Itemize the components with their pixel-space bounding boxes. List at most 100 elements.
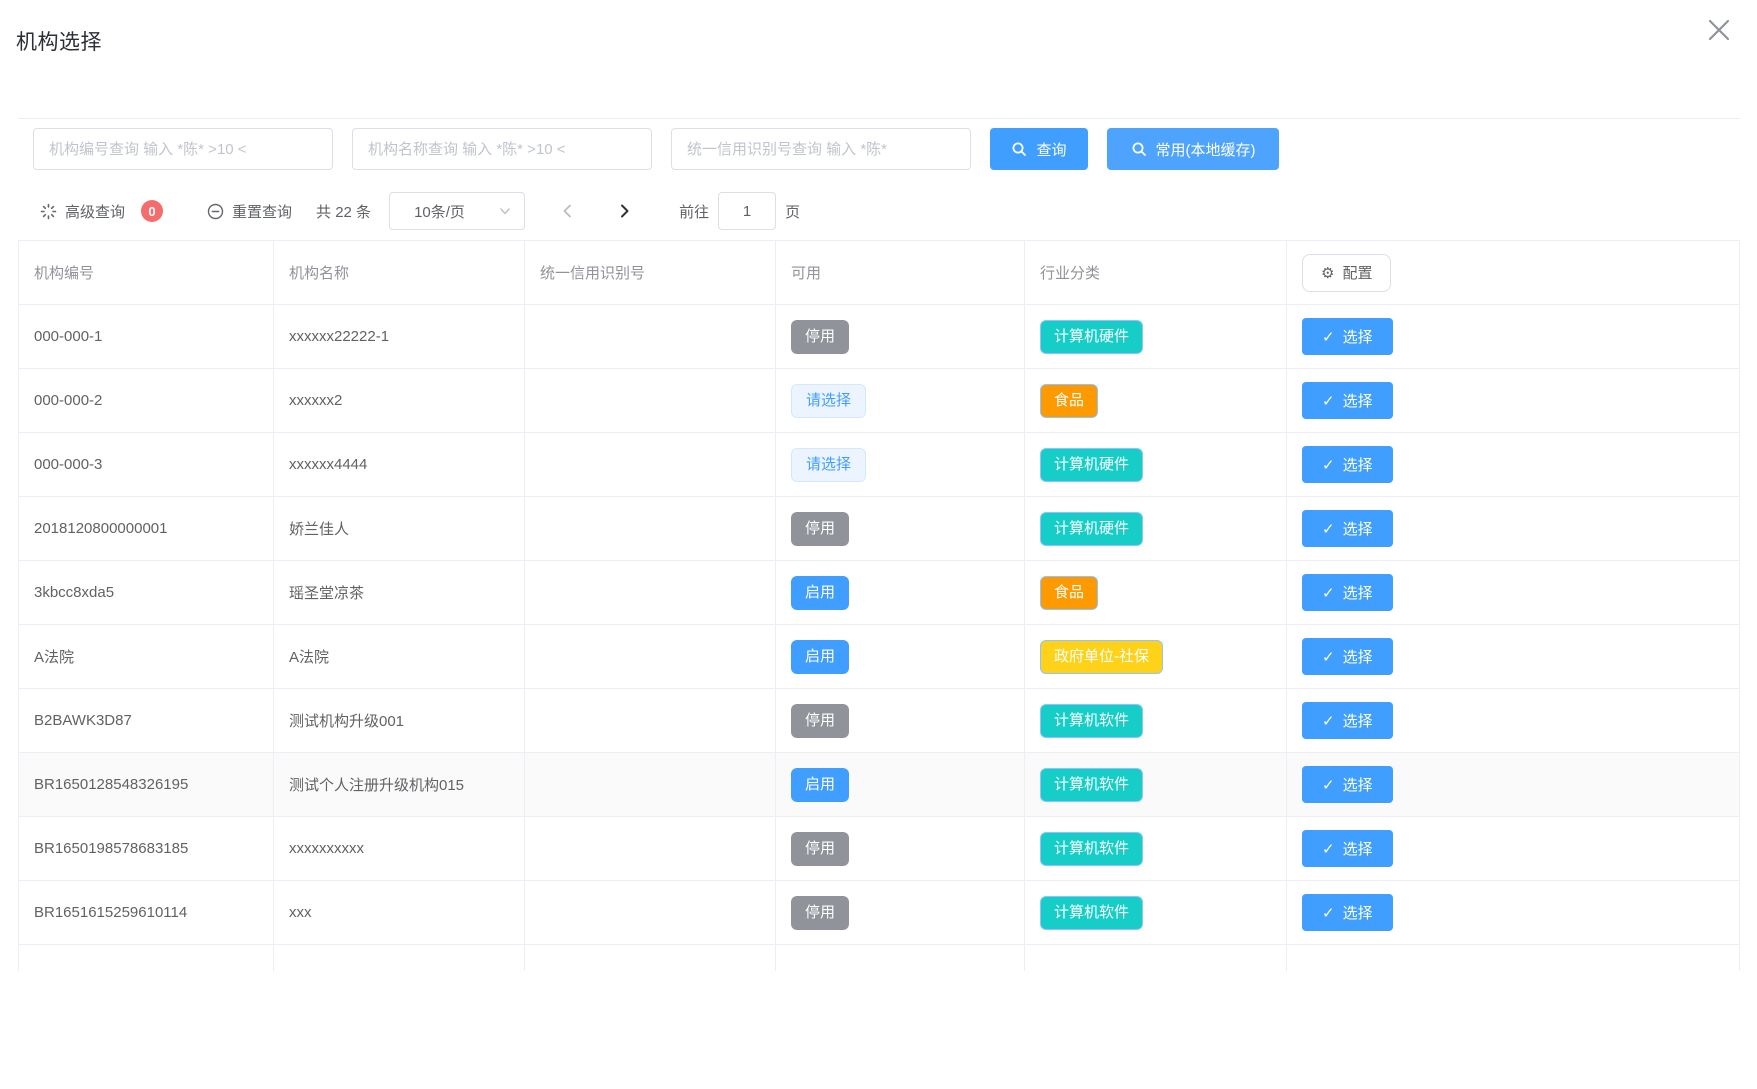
select-button[interactable]: ✓选择: [1302, 382, 1393, 419]
common-cache-button[interactable]: 常用(本地缓存): [1107, 128, 1279, 170]
chevron-right-icon: [616, 203, 632, 219]
table-row: 000-000-1 xxxxxx22222-1 停用 计算机硬件 ✓选择: [19, 305, 1740, 369]
org-id-cell: A法院: [19, 625, 274, 689]
status-badge[interactable]: 停用: [791, 704, 849, 738]
status-badge[interactable]: 停用: [791, 512, 849, 546]
check-icon: ✓: [1322, 776, 1335, 794]
col-header-available: 可用: [776, 241, 1025, 305]
toolbar: 高级查询 0 重置查询 共 22 条 10条/页 前往 页: [18, 188, 1739, 234]
status-badge[interactable]: 停用: [791, 896, 849, 930]
org-id-cell: BR1650198578683185: [19, 817, 274, 881]
credit-id-cell: [525, 817, 776, 881]
industry-tag: 食品: [1040, 576, 1098, 610]
check-icon: ✓: [1322, 904, 1335, 922]
org-id-cell: BR1650128548326195: [19, 753, 274, 817]
org-name-cell: xxx: [274, 881, 525, 945]
table-row: BR1650128548326195 测试个人注册升级机构015 启用 计算机软…: [19, 753, 1740, 817]
table-row: A法院 A法院 启用 政府单位-社保 ✓选择: [19, 625, 1740, 689]
select-button[interactable]: ✓选择: [1302, 574, 1393, 611]
chevron-left-icon: [560, 203, 576, 219]
query-button[interactable]: 查询: [990, 128, 1088, 170]
advanced-query-link[interactable]: 高级查询 0: [40, 200, 163, 222]
select-button[interactable]: ✓选择: [1302, 318, 1393, 355]
col-header-credit-id: 统一信用识别号: [525, 241, 776, 305]
search-icon: [1011, 141, 1028, 158]
select-button[interactable]: ✓选择: [1302, 510, 1393, 547]
select-button[interactable]: ✓选择: [1302, 830, 1393, 867]
org-name-cell: 娇兰佳人: [274, 497, 525, 561]
col-header-org-id: 机构编号: [19, 241, 274, 305]
org-id-cell: B2BAWK3D87: [19, 689, 274, 753]
credit-id-cell: [525, 433, 776, 497]
industry-tag: 计算机软件: [1040, 832, 1143, 866]
table-row-partial: [19, 945, 1740, 971]
prev-page-button[interactable]: [547, 192, 589, 230]
close-button[interactable]: [1701, 12, 1737, 48]
org-id-cell: 000-000-3: [19, 433, 274, 497]
status-badge[interactable]: 请选择: [791, 384, 866, 418]
industry-tag: 计算机硬件: [1040, 320, 1143, 354]
chevron-down-icon: [498, 204, 512, 218]
industry-tag: 计算机软件: [1040, 704, 1143, 738]
page-size-select[interactable]: 10条/页: [389, 192, 525, 230]
select-button[interactable]: ✓选择: [1302, 702, 1393, 739]
goto-page-group: 前往 页: [679, 192, 800, 230]
org-name-search-input[interactable]: [352, 128, 652, 170]
org-name-cell: 测试机构升级001: [274, 689, 525, 753]
check-icon: ✓: [1322, 712, 1335, 730]
industry-tag: 食品: [1040, 384, 1098, 418]
search-icon: [1131, 141, 1148, 158]
table-row: BR1651615259610114 xxx 停用 计算机软件 ✓选择: [19, 881, 1740, 945]
advanced-query-badge: 0: [141, 200, 163, 222]
industry-tag: 政府单位-社保: [1040, 640, 1163, 674]
org-id-cell: 000-000-1: [19, 305, 274, 369]
status-badge[interactable]: 停用: [791, 832, 849, 866]
check-icon: ✓: [1322, 456, 1335, 474]
industry-tag: 计算机硬件: [1040, 448, 1143, 482]
status-badge[interactable]: 启用: [791, 768, 849, 802]
select-button[interactable]: ✓选择: [1302, 766, 1393, 803]
credit-id-cell: [525, 689, 776, 753]
close-icon: [1704, 15, 1734, 45]
table-row: B2BAWK3D87 测试机构升级001 停用 计算机软件 ✓选择: [19, 689, 1740, 753]
credit-id-search-input[interactable]: [671, 128, 971, 170]
col-header-industry: 行业分类: [1025, 241, 1287, 305]
org-name-cell: A法院: [274, 625, 525, 689]
reset-query-link[interactable]: 重置查询: [207, 201, 292, 222]
check-icon: ✓: [1322, 520, 1335, 538]
check-icon: ✓: [1322, 584, 1335, 602]
org-name-cell: xxxxxx22222-1: [274, 305, 525, 369]
total-count: 共 22 条: [316, 201, 371, 222]
org-id-search-input[interactable]: [33, 128, 333, 170]
org-id-cell: BR1651615259610114: [19, 881, 274, 945]
gear-icon: ⚙: [1321, 264, 1334, 282]
status-badge[interactable]: 启用: [791, 640, 849, 674]
status-badge[interactable]: 停用: [791, 320, 849, 354]
org-id-cell: 000-000-2: [19, 369, 274, 433]
check-icon: ✓: [1322, 648, 1335, 666]
status-badge[interactable]: 启用: [791, 576, 849, 610]
org-id-cell: 3kbcc8xda5: [19, 561, 274, 625]
check-icon: ✓: [1322, 840, 1335, 858]
select-button[interactable]: ✓选择: [1302, 638, 1393, 675]
select-button[interactable]: ✓选择: [1302, 446, 1393, 483]
credit-id-cell: [525, 369, 776, 433]
org-table: 机构编号 机构名称 统一信用识别号 可用 行业分类 ⚙ 配置 000-000-1…: [18, 240, 1739, 971]
table-row: 3kbcc8xda5 瑶圣堂凉茶 启用 食品 ✓选择: [19, 561, 1740, 625]
status-badge[interactable]: 请选择: [791, 448, 866, 482]
table-header-row: 机构编号 机构名称 统一信用识别号 可用 行业分类 ⚙ 配置: [19, 241, 1740, 305]
credit-id-cell: [525, 753, 776, 817]
check-icon: ✓: [1322, 328, 1335, 346]
org-name-cell: xxxxxxxxxx: [274, 817, 525, 881]
credit-id-cell: [525, 561, 776, 625]
next-page-button[interactable]: [603, 192, 645, 230]
org-name-cell: xxxxxx2: [274, 369, 525, 433]
goto-page-input[interactable]: [718, 192, 776, 230]
credit-id-cell: [525, 625, 776, 689]
org-id-cell: 2018120800000001: [19, 497, 274, 561]
config-button[interactable]: ⚙ 配置: [1302, 254, 1391, 292]
org-name-cell: 测试个人注册升级机构015: [274, 753, 525, 817]
credit-id-cell: [525, 881, 776, 945]
select-button[interactable]: ✓选择: [1302, 894, 1393, 931]
page-title: 机构选择: [16, 26, 102, 56]
